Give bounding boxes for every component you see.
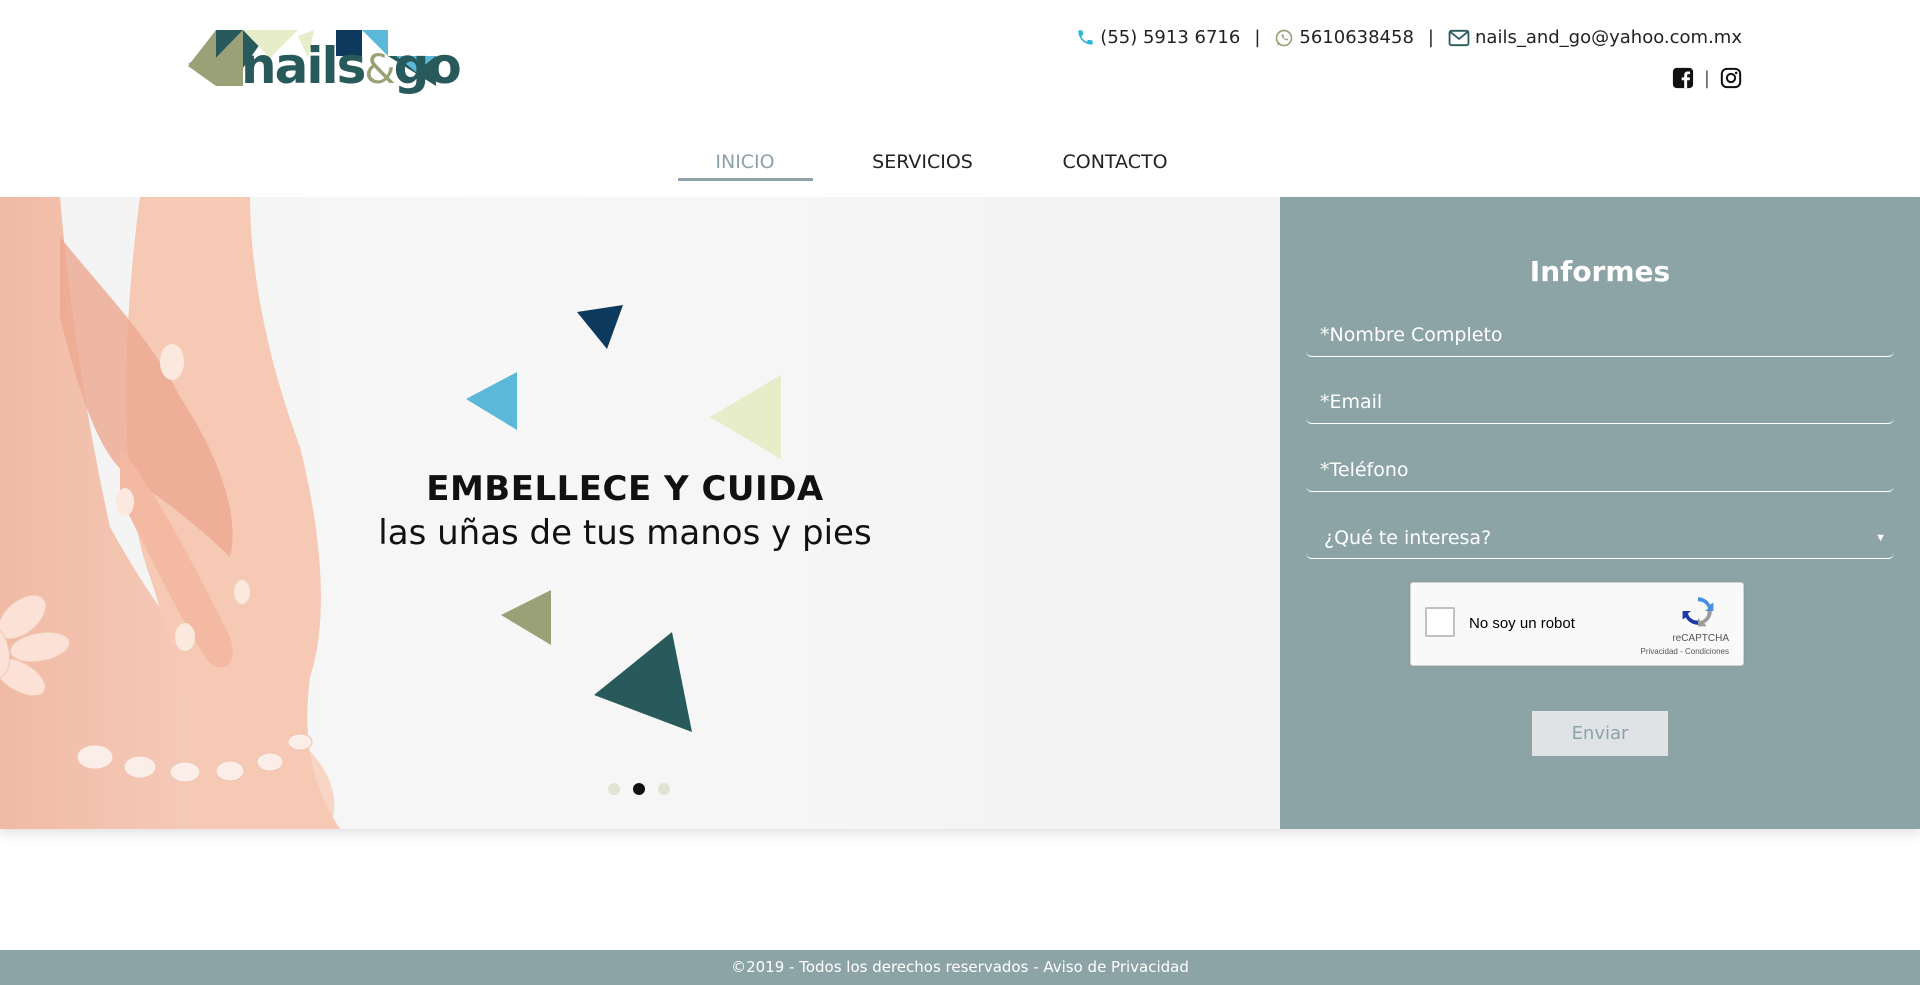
headline-subtitle: las uñas de tus manos y pies — [378, 513, 872, 553]
whatsapp-icon — [1276, 29, 1293, 46]
footer-text: ©2019 - Todos los derechos reservados - … — [731, 958, 1189, 976]
nav-item-servicios[interactable]: SERVICIOS — [813, 146, 1033, 195]
logo[interactable]: nails&go — [188, 28, 462, 100]
facebook-icon[interactable] — [1672, 67, 1694, 89]
captcha-brand: reCAPTCHA — [1672, 633, 1729, 644]
name-input[interactable] — [1306, 313, 1894, 356]
logo-wordmark: nails&go — [241, 37, 462, 95]
phone-contact[interactable]: (55) 5913 6716 — [1076, 27, 1240, 48]
hero-slide[interactable]: EMBELLECE Y CUIDA las uñas de tus manos … — [0, 197, 1280, 829]
email-address: nails_and_go@yahoo.com.mx — [1475, 27, 1742, 48]
carousel-dot-active[interactable] — [633, 783, 645, 795]
recaptcha-icon — [1682, 597, 1714, 627]
email-input[interactable] — [1306, 380, 1894, 423]
phone-input[interactable] — [1306, 448, 1894, 491]
nav-item-inicio[interactable]: INICIO — [677, 146, 813, 195]
carousel-dot[interactable] — [608, 783, 620, 795]
hero-headline: EMBELLECE Y CUIDA las uñas de tus manos … — [280, 469, 970, 553]
main-nav: INICIO SERVICIOS CONTACTO — [0, 146, 1920, 195]
form-title: Informes — [1529, 255, 1671, 288]
instagram-icon[interactable] — [1720, 67, 1742, 89]
name-field-wrap — [1306, 313, 1894, 357]
captcha-checkbox[interactable] — [1425, 607, 1455, 637]
interest-select[interactable]: ¿Qué te interesa? ▼ — [1306, 515, 1894, 559]
separator: | — [1254, 27, 1261, 48]
interest-select-value: ¿Qué te interesa? — [1324, 527, 1492, 549]
hero-section: EMBELLECE Y CUIDA las uñas de tus manos … — [0, 197, 1920, 829]
nav-item-contacto[interactable]: CONTACTO — [1033, 146, 1198, 195]
footer: ©2019 - Todos los derechos reservados - … — [0, 950, 1920, 985]
separator: | — [1703, 67, 1710, 89]
contact-bar: (55) 5913 6716 | 5610638458 | nails_and_… — [1076, 27, 1742, 48]
carousel-dots — [608, 783, 670, 795]
whatsapp-number: 5610638458 — [1299, 27, 1414, 48]
email-contact[interactable]: nails_and_go@yahoo.com.mx — [1448, 27, 1742, 48]
separator: | — [1427, 27, 1434, 48]
carousel-dot[interactable] — [658, 783, 670, 795]
submit-button[interactable]: Enviar — [1532, 711, 1668, 756]
info-form: Informes ¿Qué te interesa? ▼ No soy un r… — [1280, 197, 1920, 829]
social-links: | — [1672, 67, 1742, 89]
recaptcha-widget: No soy un robot reCAPTCHA Privacidad - C… — [1410, 582, 1744, 666]
headline-bold: EMBELLECE Y CUIDA — [426, 469, 824, 509]
phone-field-wrap — [1306, 448, 1894, 492]
captcha-label: No soy un robot — [1469, 615, 1575, 632]
email-field-wrap — [1306, 380, 1894, 424]
phone-icon — [1078, 30, 1093, 45]
chevron-down-icon: ▼ — [1875, 532, 1886, 544]
phone-number: (55) 5913 6716 — [1100, 27, 1241, 48]
whatsapp-contact[interactable]: 5610638458 — [1274, 27, 1414, 48]
captcha-terms[interactable]: Privacidad - Condiciones — [1641, 647, 1730, 656]
email-icon — [1448, 29, 1470, 46]
